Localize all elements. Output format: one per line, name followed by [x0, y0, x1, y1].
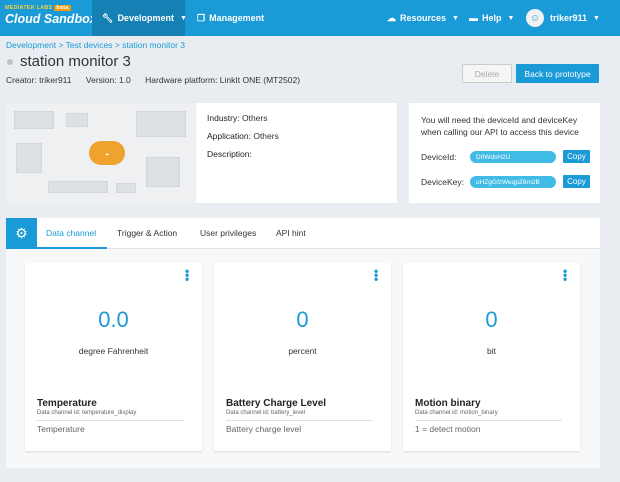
- nav-development[interactable]: 🔧︎ Development ▼: [92, 0, 187, 36]
- back-to-prototype-button[interactable]: Back to prototype: [516, 64, 599, 83]
- nav-resources-label: Resources: [400, 13, 447, 23]
- wrench-icon: 🔧︎: [102, 12, 114, 23]
- application-value: Others: [253, 131, 279, 141]
- data-channel-card-battery[interactable]: • • • 0 percent Battery Charge Level Data …: [214, 263, 391, 451]
- breadcrumb-separator: >: [114, 40, 120, 50]
- channel-description: 1 = detect motion: [415, 424, 481, 434]
- chat-icon: ▬: [469, 13, 478, 23]
- brand-top: MEDIATEK LABS: [5, 5, 53, 11]
- nav-help[interactable]: ▬ Help ▼: [469, 0, 514, 36]
- device-id-label: DeviceId:: [421, 152, 457, 162]
- cloud-icon: ☁: [387, 12, 396, 23]
- channel-id: Data channel id: temperature_display: [37, 410, 137, 416]
- kebab-icon[interactable]: • • •: [563, 265, 567, 285]
- breadcrumb-current[interactable]: station monitor 3: [122, 40, 185, 50]
- tab-user-privileges[interactable]: User privileges: [200, 228, 256, 238]
- channel-value: 0.0: [98, 307, 129, 332]
- kebab-icon[interactable]: • • •: [374, 265, 378, 285]
- version-text: Version: 1.0: [85, 75, 131, 85]
- chevron-down-icon: ▼: [507, 14, 515, 22]
- status-indicator: [7, 59, 13, 65]
- copy-device-key-button[interactable]: Copy: [563, 175, 590, 188]
- divider: [415, 420, 562, 421]
- device-meta: Creator: triker911 Version: 1.0 Hardware…: [6, 75, 312, 85]
- mediatek-cloud-logo: ☁: [89, 141, 125, 165]
- nav-help-label: Help: [482, 13, 502, 23]
- brand-name: Cloud Sandbox: [5, 12, 97, 26]
- beta-badge: beta: [54, 5, 71, 11]
- chevron-down-icon: ▼: [179, 14, 187, 22]
- page-title: station monitor 3: [20, 53, 131, 70]
- channel-value: 0: [485, 307, 498, 332]
- application-row: Application: Others: [207, 131, 279, 141]
- divider: [226, 420, 373, 421]
- nav-user-menu[interactable]: ☺ triker911 ▼: [526, 0, 600, 36]
- chevron-down-icon: ▼: [452, 14, 459, 22]
- breadcrumb: Development > Test devices > station mon…: [6, 40, 185, 50]
- nav-management[interactable]: ❐ Management: [197, 0, 264, 36]
- platform-text: Hardware platform: LinkIt ONE (MT2502): [145, 75, 301, 85]
- channel-name: Motion binary: [415, 398, 481, 409]
- nav-user-label: triker911: [550, 13, 588, 23]
- breadcrumb-test-devices[interactable]: Test devices: [66, 40, 113, 50]
- creator-text: Creator: triker911: [6, 75, 72, 85]
- avatar: ☺: [526, 9, 544, 27]
- nav-management-label: Management: [209, 13, 265, 23]
- device-key-label: DeviceKey:: [421, 177, 464, 187]
- top-navbar: MEDIATEK LABS beta Cloud Sandbox 🔧︎ Devel…: [0, 0, 620, 36]
- keys-note: You will need the deviceId and deviceKey…: [421, 115, 579, 137]
- nav-development-label: Development: [117, 13, 174, 23]
- industry-row: Industry: Others: [207, 113, 268, 123]
- device-board-image: ☁: [6, 103, 195, 203]
- description-label: Description:: [207, 149, 252, 159]
- channel-name: Battery Charge Level: [226, 398, 327, 409]
- channel-id: Data channel id: battery_level: [226, 410, 306, 416]
- channel-unit: percent: [288, 346, 317, 356]
- delete-button[interactable]: Delete: [462, 64, 512, 83]
- tab-data-channel[interactable]: Data channel: [46, 228, 96, 238]
- kebab-icon[interactable]: • • •: [185, 265, 189, 285]
- chevron-down-icon: ▼: [593, 14, 600, 22]
- channel-unit: degree Fahrenheit: [78, 346, 149, 356]
- nav-resources[interactable]: ☁ Resources ▼: [387, 0, 459, 36]
- channel-id: Data channel id: motion_binary: [415, 410, 498, 416]
- copy-device-id-button[interactable]: Copy: [563, 150, 590, 163]
- tab-trigger-action[interactable]: Trigger & Action: [117, 228, 177, 238]
- channel-unit: bit: [487, 346, 496, 356]
- industry-value: Others: [241, 113, 268, 123]
- active-tab-indicator: [37, 247, 107, 249]
- breadcrumb-development[interactable]: Development: [6, 40, 56, 50]
- data-channel-card-motion[interactable]: • • • 0 bit Motion binary Data channel id:…: [403, 263, 580, 451]
- brand-logo[interactable]: MEDIATEK LABS beta Cloud Sandbox: [5, 5, 97, 26]
- device-key-value[interactable]: uHZgGfzWeqpZ6m2B: [470, 176, 556, 188]
- industry-label: Industry:: [207, 113, 240, 123]
- gears-icon: ⚙: [6, 218, 37, 249]
- copy-icon: ❐: [197, 12, 206, 23]
- device-id-value[interactable]: D0WdsH2U: [470, 151, 556, 163]
- channel-description: Battery charge level: [226, 424, 302, 434]
- data-channel-card-temperature[interactable]: • • • 0.0 degree Fahrenheit Temperature Da…: [25, 263, 202, 451]
- channel-name: Temperature: [37, 398, 97, 409]
- breadcrumb-separator: >: [58, 40, 64, 50]
- tab-api-hint[interactable]: API hint: [276, 228, 306, 238]
- application-label: Application:: [207, 131, 251, 141]
- channel-value: 0: [296, 307, 309, 332]
- divider: [37, 420, 184, 421]
- description-row: Description:: [207, 149, 252, 159]
- channel-description: Temperature: [37, 424, 85, 434]
